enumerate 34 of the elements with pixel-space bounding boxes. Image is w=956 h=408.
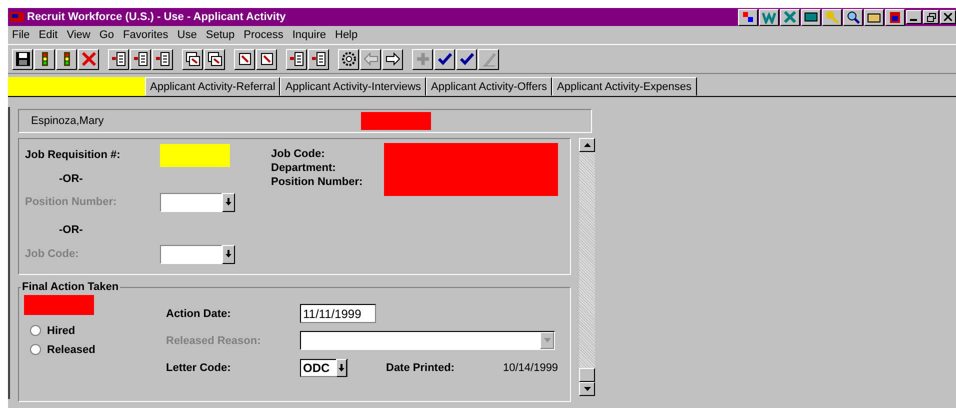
- menu-item[interactable]: Process: [244, 29, 284, 41]
- field-label: Position Number:: [271, 175, 364, 189]
- menu-item[interactable]: Go: [99, 29, 114, 41]
- tab[interactable]: Applicant Activity-Offers: [426, 77, 552, 96]
- field-label: Job Requisition #:: [25, 149, 122, 161]
- menu-item[interactable]: Use: [177, 29, 197, 41]
- radio-button[interactable]: Released: [30, 340, 166, 359]
- field-label: Department:: [271, 161, 337, 175]
- or-label: -OR-: [59, 224, 84, 236]
- tab[interactable]: Applicant Activity-Expenses: [552, 77, 697, 96]
- menu-item[interactable]: Help: [335, 29, 358, 41]
- menu-item[interactable]: Edit: [38, 29, 58, 41]
- menu-item[interactable]: Inquire: [292, 29, 326, 41]
- field-label: Released Reason:: [166, 334, 262, 346]
- field-label: Letter Code:: [166, 362, 232, 374]
- menu-item[interactable]: File: [12, 29, 30, 41]
- field-label: Action Date:: [166, 308, 232, 320]
- field-label: Job Code:: [25, 248, 80, 260]
- field-label: Date Printed:: [386, 362, 456, 374]
- letter-code-dropdown[interactable]: ODC: [300, 358, 348, 376]
- window-title: Recruit Workforce (U.S.) - Use - Applicant Activity: [27, 11, 287, 23]
- menu-item[interactable]: Setup: [206, 29, 235, 41]
- field-label: Position Number:: [25, 196, 118, 208]
- tab[interactable]: Applicant Activity-Interviews: [280, 77, 426, 96]
- applicant-name: Espinoza,Mary: [31, 115, 105, 127]
- group-title: Final Action Taken: [21, 281, 120, 293]
- field-label: Job Code:: [271, 147, 326, 161]
- date-printed: 10/14/1999: [503, 362, 558, 374]
- radio-button[interactable]: Hired: [30, 321, 166, 340]
- tab[interactable]: Applicant Activity-Referral: [145, 77, 280, 96]
- or-label: -OR-: [59, 173, 84, 185]
- date-field[interactable]: 11/11/1999: [300, 304, 376, 323]
- menu-item[interactable]: View: [66, 29, 90, 41]
- menu-item[interactable]: Favorites: [123, 29, 168, 41]
